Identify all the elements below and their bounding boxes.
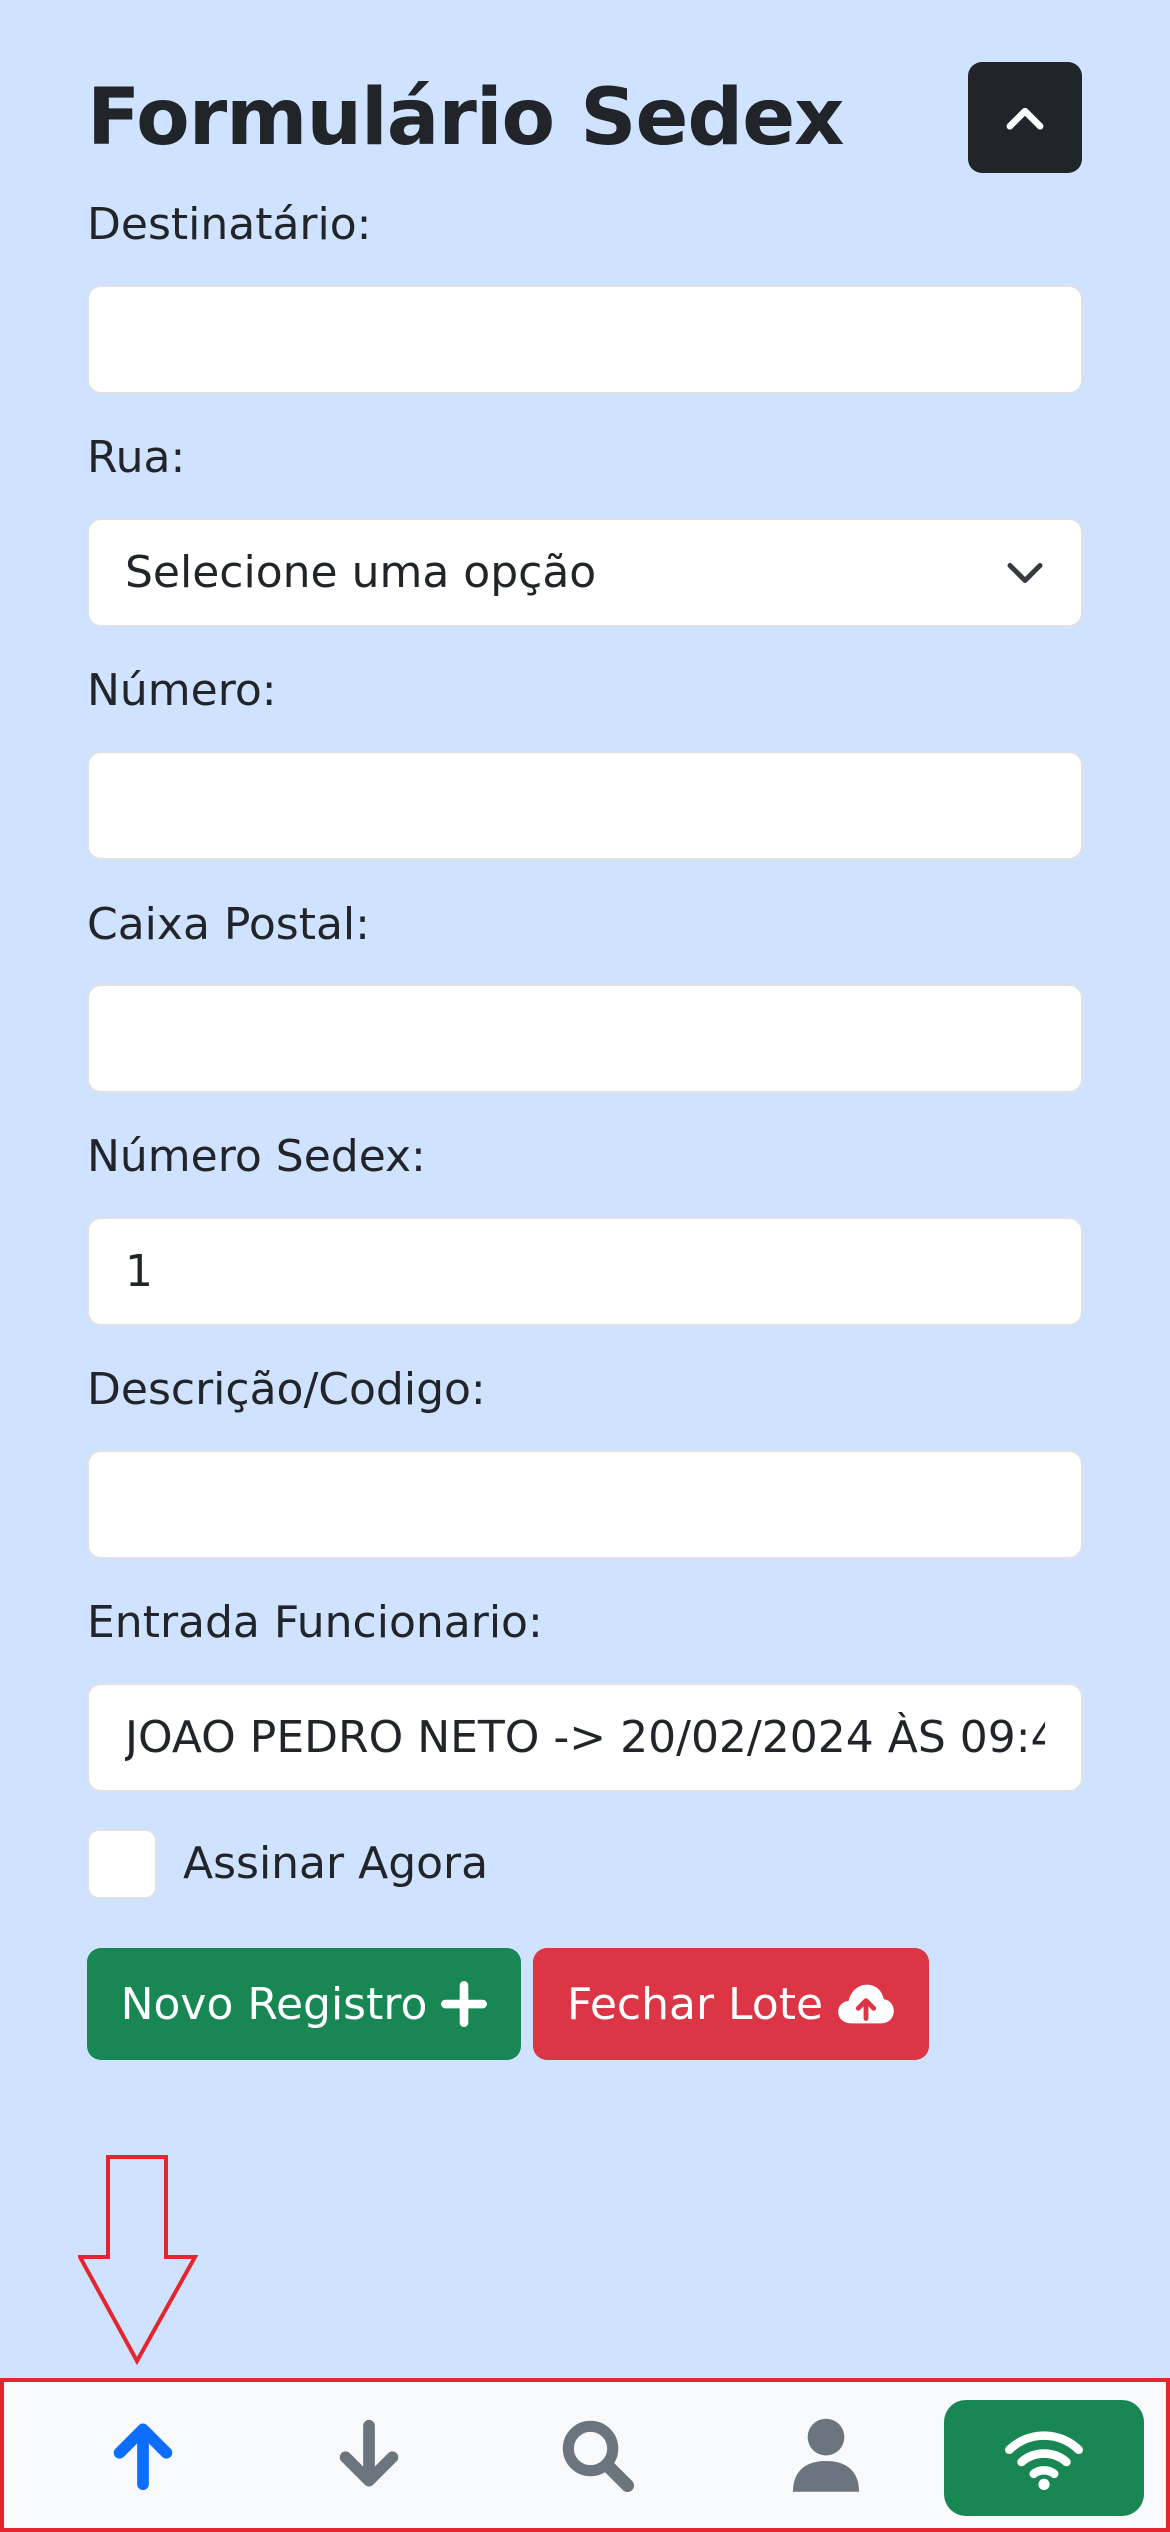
wifi-icon (1005, 2431, 1083, 2491)
chevron-up-icon (1006, 107, 1044, 130)
assinar-agora-checkbox[interactable] (87, 1829, 157, 1899)
descricao-input[interactable] (87, 1450, 1083, 1559)
fechar-lote-button[interactable]: Fechar Lote (533, 1948, 929, 2060)
numero-input[interactable] (87, 751, 1083, 860)
search-icon (562, 2420, 634, 2492)
bottom-navbar (0, 2378, 1170, 2532)
fechar-lote-label: Fechar Lote (566, 1978, 824, 2030)
collapse-button[interactable] (968, 62, 1082, 173)
numero-label: Número: (87, 665, 277, 716)
descricao-label: Descrição/Codigo: (87, 1364, 486, 1415)
numero-sedex-input[interactable] (87, 1217, 1083, 1326)
nav-search[interactable] (517, 2382, 677, 2528)
user-icon (792, 2418, 860, 2492)
arrow-up-icon (113, 2423, 173, 2491)
novo-registro-label: Novo Registro (120, 1978, 428, 2030)
entrada-funcionario-label: Entrada Funcionario: (87, 1597, 543, 1648)
novo-registro-button[interactable]: Novo Registro (87, 1948, 521, 2060)
rua-select-value: Selecione uma opção (125, 547, 597, 598)
rua-select[interactable]: Selecione uma opção (87, 518, 1083, 627)
destinatario-label: Destinatário: (87, 199, 372, 250)
caixa-postal-input[interactable] (87, 984, 1083, 1093)
numero-sedex-label: Número Sedex: (87, 1131, 426, 1182)
nav-upload[interactable] (63, 2382, 223, 2528)
annotation-arrow-icon (78, 2155, 199, 2365)
nav-download[interactable] (289, 2382, 449, 2528)
destinatario-input[interactable] (87, 285, 1083, 394)
chevron-down-icon (1007, 562, 1043, 583)
plus-icon (441, 1981, 488, 2027)
caixa-postal-label: Caixa Postal: (87, 899, 370, 950)
nav-connection[interactable] (944, 2400, 1144, 2516)
assinar-agora-label: Assinar Agora (183, 1838, 489, 1889)
page-title: Formulário Sedex (87, 73, 844, 163)
entrada-funcionario-input[interactable] (87, 1683, 1083, 1792)
rua-label: Rua: (87, 432, 186, 483)
cloud-upload-icon (838, 1984, 894, 2024)
nav-profile[interactable] (746, 2382, 906, 2528)
arrow-down-icon (339, 2419, 399, 2487)
